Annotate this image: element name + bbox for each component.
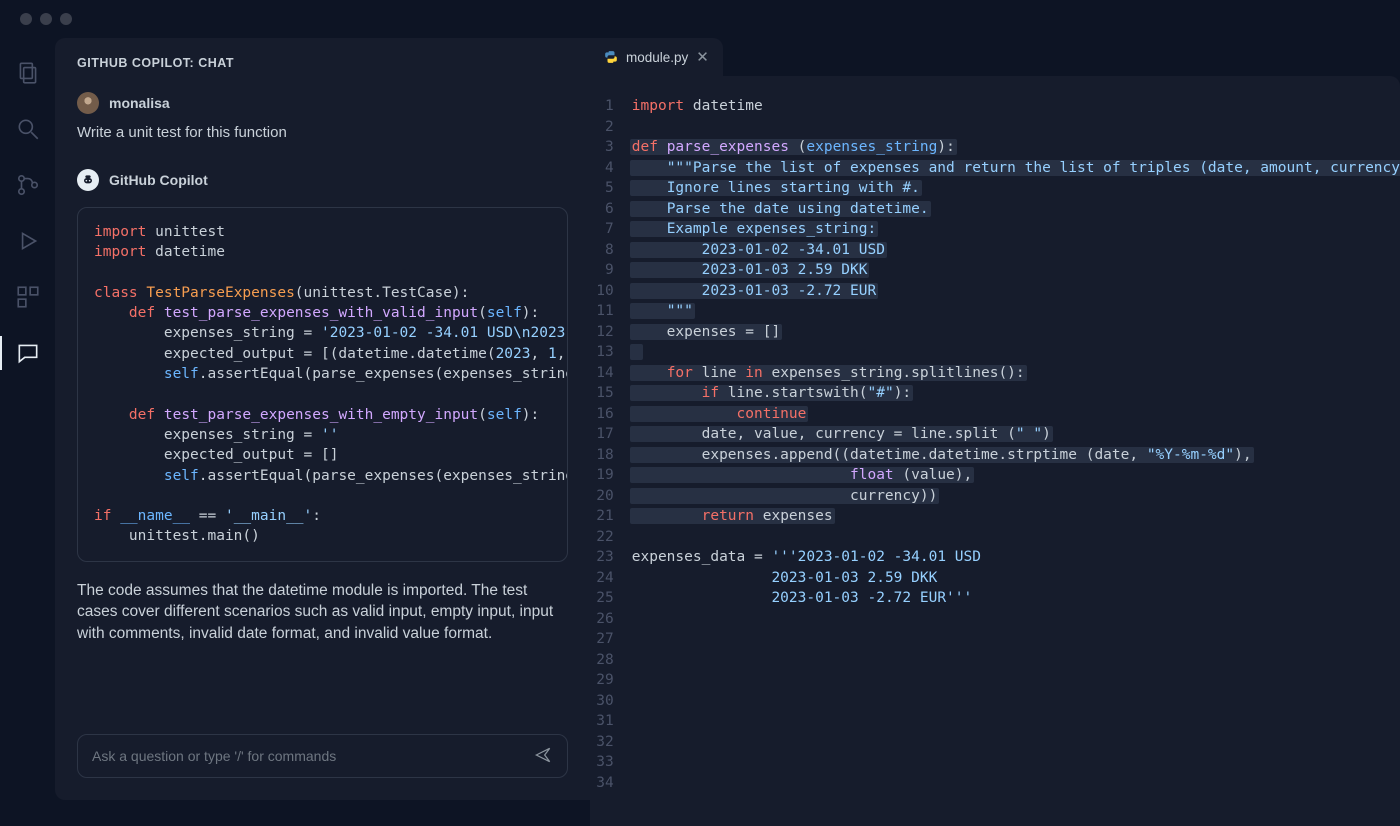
traffic-light-zoom[interactable] bbox=[60, 13, 72, 25]
copilot-chat-panel: GITHUB COPILOT: CHAT monalisa Write a un… bbox=[55, 38, 590, 800]
code-editor[interactable]: 1234567891011121314151617181920212223242… bbox=[590, 76, 1400, 826]
close-icon[interactable]: ✕ bbox=[696, 48, 709, 66]
python-file-icon bbox=[604, 50, 618, 64]
search-icon[interactable] bbox=[15, 116, 41, 142]
chat-input-placeholder: Ask a question or type '/' for commands bbox=[92, 748, 336, 764]
window-titlebar bbox=[0, 0, 1400, 38]
chat-explanation-text: The code assumes that the datetime modul… bbox=[77, 580, 568, 645]
copilot-avatar-icon bbox=[77, 169, 99, 191]
line-number-gutter: 1234567891011121314151617181920212223242… bbox=[590, 96, 632, 826]
user-avatar bbox=[77, 92, 99, 114]
chat-bot-header: GitHub Copilot bbox=[77, 169, 568, 191]
chat-user-header: monalisa bbox=[77, 92, 568, 114]
run-debug-icon[interactable] bbox=[15, 228, 41, 254]
chat-code-block[interactable]: import unittest import datetime class Te… bbox=[77, 207, 568, 562]
send-icon[interactable] bbox=[533, 745, 553, 768]
activity-bar bbox=[0, 38, 55, 826]
traffic-light-close[interactable] bbox=[20, 13, 32, 25]
editor-area: module.py ✕ 1234567891011121314151617181… bbox=[590, 38, 1400, 826]
chat-panel-title: GITHUB COPILOT: CHAT bbox=[55, 38, 590, 84]
extensions-icon[interactable] bbox=[15, 284, 41, 310]
source-control-icon[interactable] bbox=[15, 172, 41, 198]
files-icon[interactable] bbox=[15, 60, 41, 86]
chat-input[interactable]: Ask a question or type '/' for commands bbox=[77, 734, 568, 778]
editor-tabbar: module.py ✕ bbox=[590, 38, 1400, 76]
traffic-light-minimize[interactable] bbox=[40, 13, 52, 25]
tab-filename: module.py bbox=[626, 50, 688, 65]
user-name: monalisa bbox=[109, 95, 170, 111]
chat-icon[interactable] bbox=[15, 340, 41, 366]
bot-name: GitHub Copilot bbox=[109, 172, 208, 188]
editor-content[interactable]: import datetime def parse_expenses (expe… bbox=[632, 96, 1400, 826]
user-prompt-text: Write a unit test for this function bbox=[77, 124, 568, 141]
tab-module-py[interactable]: module.py ✕ bbox=[590, 38, 723, 76]
